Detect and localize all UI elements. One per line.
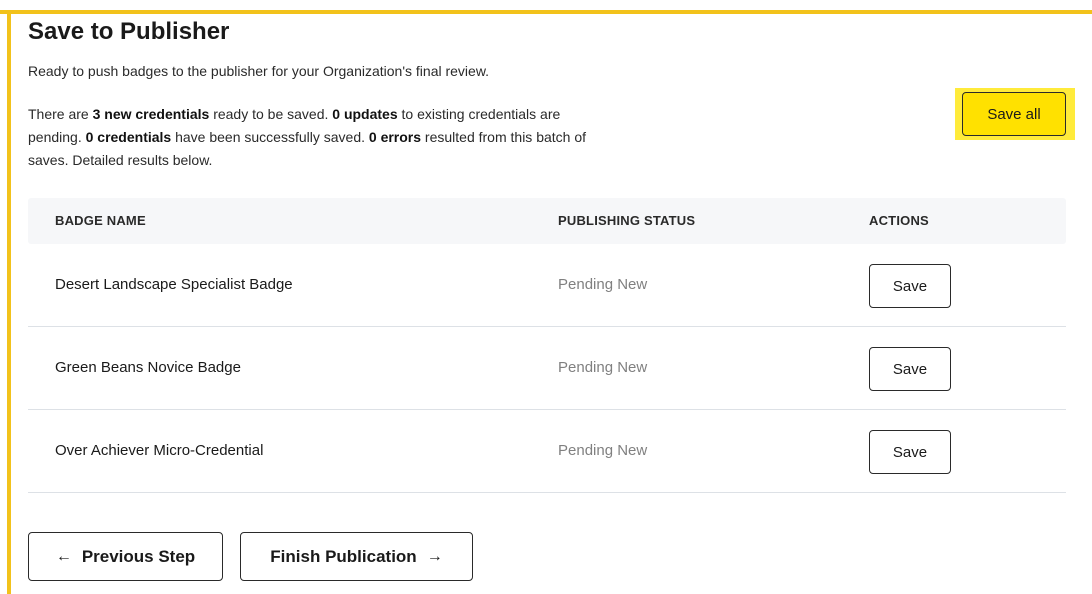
page-title: Save to Publisher [28, 18, 230, 45]
summary-text-4: have been successfully saved. [171, 129, 369, 145]
publishing-status: Pending New [558, 359, 648, 376]
table-row: Desert Landscape Specialist Badge Pendin… [28, 244, 1066, 327]
arrow-left-icon: ← [55, 547, 72, 565]
frame-left-border [7, 10, 11, 594]
table-row: Green Beans Novice Badge Pending New Sav… [28, 327, 1066, 410]
save-button[interactable]: Save [869, 264, 951, 308]
previous-step-button[interactable]: ← Previous Step [28, 532, 223, 581]
badge-name: Desert Landscape Specialist Badge [55, 276, 293, 293]
finish-publication-button[interactable]: Finish Publication → [240, 532, 473, 581]
table-header: BADGE NAME PUBLISHING STATUS ACTIONS [28, 198, 1066, 244]
previous-step-label: Previous Step [81, 546, 196, 566]
column-header-actions: ACTIONS [869, 213, 929, 228]
save-button[interactable]: Save [869, 430, 951, 474]
summary-saved-count: 0 credentials [85, 129, 172, 145]
badge-name: Over Achiever Micro-Credential [55, 442, 264, 459]
frame-top-border [0, 10, 1092, 14]
save-all-button[interactable]: Save all [962, 92, 1066, 136]
column-header-badge-name: BADGE NAME [55, 213, 146, 228]
arrow-right-icon: → [426, 547, 443, 565]
summary-text-1: There are [28, 106, 93, 122]
badge-name: Green Beans Novice Badge [55, 359, 241, 376]
finish-publication-label: Finish Publication [270, 546, 417, 566]
summary-text-2: ready to be saved. [209, 106, 333, 122]
save-summary: There are 3 new credentials ready to be … [28, 103, 598, 172]
summary-new-count: 3 new credentials [92, 106, 210, 122]
table-row: Over Achiever Micro-Credential Pending N… [28, 410, 1066, 493]
publishing-status: Pending New [558, 276, 648, 293]
page-intro: Ready to push badges to the publisher fo… [28, 63, 490, 79]
summary-updates-count: 0 updates [332, 106, 398, 122]
save-button[interactable]: Save [869, 347, 951, 391]
column-header-publishing-status: PUBLISHING STATUS [558, 213, 696, 228]
publishing-status: Pending New [558, 442, 648, 459]
summary-errors-count: 0 errors [368, 129, 422, 145]
